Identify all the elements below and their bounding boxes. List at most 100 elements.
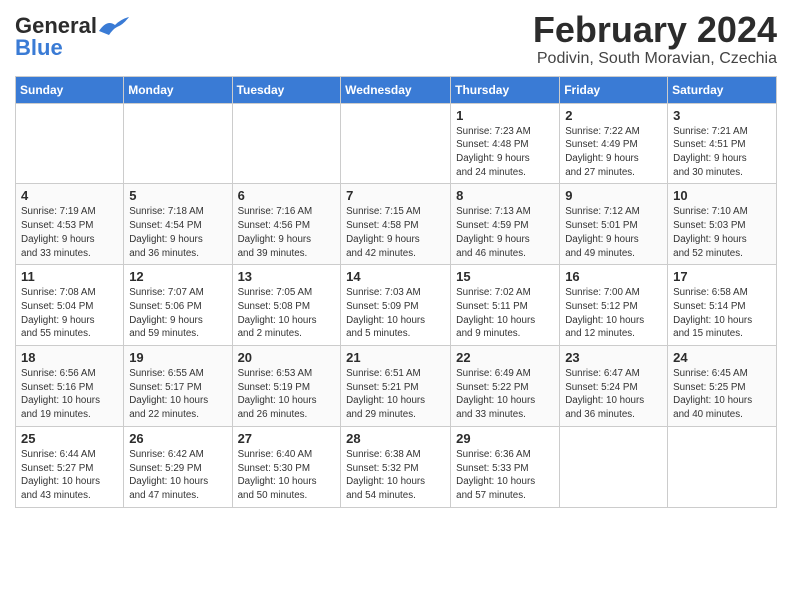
day-info: Sunrise: 7:02 AMSunset: 5:11 PMDaylight:… [456,286,554,341]
title-block: February 2024 Podivin, South Moravian, C… [533,10,777,68]
day-number: 7 [346,188,445,203]
table-row: 29 Sunrise: 6:36 AMSunset: 5:33 PMDayligh… [451,426,560,507]
col-header-thursday: Thursday [451,76,560,103]
day-info: Sunrise: 7:08 AMSunset: 5:04 PMDaylight:… [21,286,118,341]
day-number: 22 [456,350,554,365]
day-info: Sunrise: 6:45 AMSunset: 5:25 PMDaylight:… [673,367,771,422]
page-header: General Blue February 2024 Podivin, Sout… [15,10,777,68]
day-number: 5 [129,188,226,203]
table-row: 26 Sunrise: 6:42 AMSunset: 5:29 PMDayligh… [124,426,232,507]
day-info: Sunrise: 7:13 AMSunset: 4:59 PMDaylight:… [456,205,554,260]
day-number: 24 [673,350,771,365]
day-number: 1 [456,108,554,123]
day-info: Sunrise: 6:49 AMSunset: 5:22 PMDaylight:… [456,367,554,422]
col-header-wednesday: Wednesday [341,76,451,103]
table-row: 17 Sunrise: 6:58 AMSunset: 5:14 PMDayligh… [668,265,777,346]
day-number: 26 [129,431,226,446]
col-header-sunday: Sunday [16,76,124,103]
table-row: 13 Sunrise: 7:05 AMSunset: 5:08 PMDayligh… [232,265,341,346]
day-info: Sunrise: 7:21 AMSunset: 4:51 PMDaylight:… [673,125,771,180]
table-row [341,103,451,184]
table-row: 7 Sunrise: 7:15 AMSunset: 4:58 PMDaylight… [341,184,451,265]
table-row: 11 Sunrise: 7:08 AMSunset: 5:04 PMDayligh… [16,265,124,346]
day-number: 23 [565,350,662,365]
table-row: 20 Sunrise: 6:53 AMSunset: 5:19 PMDayligh… [232,346,341,427]
day-info: Sunrise: 7:03 AMSunset: 5:09 PMDaylight:… [346,286,445,341]
day-info: Sunrise: 7:18 AMSunset: 4:54 PMDaylight:… [129,205,226,260]
day-info: Sunrise: 6:42 AMSunset: 5:29 PMDaylight:… [129,448,226,503]
day-number: 16 [565,269,662,284]
table-row: 2 Sunrise: 7:22 AMSunset: 4:49 PMDaylight… [560,103,668,184]
logo: General Blue [15,15,129,59]
logo-bird-icon [99,17,129,35]
day-number: 4 [21,188,118,203]
logo-general: General [15,15,97,37]
day-info: Sunrise: 6:53 AMSunset: 5:19 PMDaylight:… [238,367,336,422]
month-title: February 2024 [533,10,777,50]
day-info: Sunrise: 6:51 AMSunset: 5:21 PMDaylight:… [346,367,445,422]
day-number: 2 [565,108,662,123]
day-number: 28 [346,431,445,446]
table-row [232,103,341,184]
day-number: 14 [346,269,445,284]
col-header-saturday: Saturday [668,76,777,103]
day-info: Sunrise: 6:44 AMSunset: 5:27 PMDaylight:… [21,448,118,503]
day-number: 17 [673,269,771,284]
day-info: Sunrise: 7:23 AMSunset: 4:48 PMDaylight:… [456,125,554,180]
col-header-friday: Friday [560,76,668,103]
location-subtitle: Podivin, South Moravian, Czechia [533,50,777,68]
table-row: 9 Sunrise: 7:12 AMSunset: 5:01 PMDaylight… [560,184,668,265]
table-row [16,103,124,184]
day-number: 12 [129,269,226,284]
day-info: Sunrise: 6:36 AMSunset: 5:33 PMDaylight:… [456,448,554,503]
table-row: 5 Sunrise: 7:18 AMSunset: 4:54 PMDaylight… [124,184,232,265]
table-row: 24 Sunrise: 6:45 AMSunset: 5:25 PMDayligh… [668,346,777,427]
calendar-table: SundayMondayTuesdayWednesdayThursdayFrid… [15,76,777,508]
day-info: Sunrise: 7:19 AMSunset: 4:53 PMDaylight:… [21,205,118,260]
day-number: 11 [21,269,118,284]
table-row: 8 Sunrise: 7:13 AMSunset: 4:59 PMDaylight… [451,184,560,265]
table-row: 23 Sunrise: 6:47 AMSunset: 5:24 PMDayligh… [560,346,668,427]
day-number: 10 [673,188,771,203]
day-info: Sunrise: 6:47 AMSunset: 5:24 PMDaylight:… [565,367,662,422]
table-row: 14 Sunrise: 7:03 AMSunset: 5:09 PMDayligh… [341,265,451,346]
day-number: 8 [456,188,554,203]
logo-blue: Blue [15,37,63,59]
table-row: 25 Sunrise: 6:44 AMSunset: 5:27 PMDayligh… [16,426,124,507]
table-row: 18 Sunrise: 6:56 AMSunset: 5:16 PMDayligh… [16,346,124,427]
day-info: Sunrise: 6:56 AMSunset: 5:16 PMDaylight:… [21,367,118,422]
day-number: 25 [21,431,118,446]
day-info: Sunrise: 6:38 AMSunset: 5:32 PMDaylight:… [346,448,445,503]
table-row: 10 Sunrise: 7:10 AMSunset: 5:03 PMDayligh… [668,184,777,265]
col-header-tuesday: Tuesday [232,76,341,103]
day-info: Sunrise: 6:40 AMSunset: 5:30 PMDaylight:… [238,448,336,503]
table-row: 16Sunrise: 7:00 AMSunset: 5:12 PMDayligh… [560,265,668,346]
table-row: 4 Sunrise: 7:19 AMSunset: 4:53 PMDaylight… [16,184,124,265]
day-info: Sunrise: 7:05 AMSunset: 5:08 PMDaylight:… [238,286,336,341]
table-row: 12 Sunrise: 7:07 AMSunset: 5:06 PMDayligh… [124,265,232,346]
day-info: Sunrise: 6:58 AMSunset: 5:14 PMDaylight:… [673,286,771,341]
day-info: Sunrise: 7:10 AMSunset: 5:03 PMDaylight:… [673,205,771,260]
day-number: 27 [238,431,336,446]
day-info: Sunrise: 7:07 AMSunset: 5:06 PMDaylight:… [129,286,226,341]
table-row [668,426,777,507]
day-number: 20 [238,350,336,365]
day-number: 18 [21,350,118,365]
table-row: 1 Sunrise: 7:23 AMSunset: 4:48 PMDaylight… [451,103,560,184]
day-number: 13 [238,269,336,284]
table-row: 21Sunrise: 6:51 AMSunset: 5:21 PMDayligh… [341,346,451,427]
day-info: Sunrise: 6:55 AMSunset: 5:17 PMDaylight:… [129,367,226,422]
table-row: 19 Sunrise: 6:55 AMSunset: 5:17 PMDayligh… [124,346,232,427]
col-header-monday: Monday [124,76,232,103]
day-number: 9 [565,188,662,203]
day-number: 6 [238,188,336,203]
day-number: 15 [456,269,554,284]
table-row: 3 Sunrise: 7:21 AMSunset: 4:51 PMDaylight… [668,103,777,184]
table-row: 27 Sunrise: 6:40 AMSunset: 5:30 PMDayligh… [232,426,341,507]
day-number: 19 [129,350,226,365]
day-number: 3 [673,108,771,123]
day-number: 29 [456,431,554,446]
day-info: Sunrise: 7:15 AMSunset: 4:58 PMDaylight:… [346,205,445,260]
day-info: Sunrise: 7:22 AMSunset: 4:49 PMDaylight:… [565,125,662,180]
day-info: Sunrise: 7:12 AMSunset: 5:01 PMDaylight:… [565,205,662,260]
